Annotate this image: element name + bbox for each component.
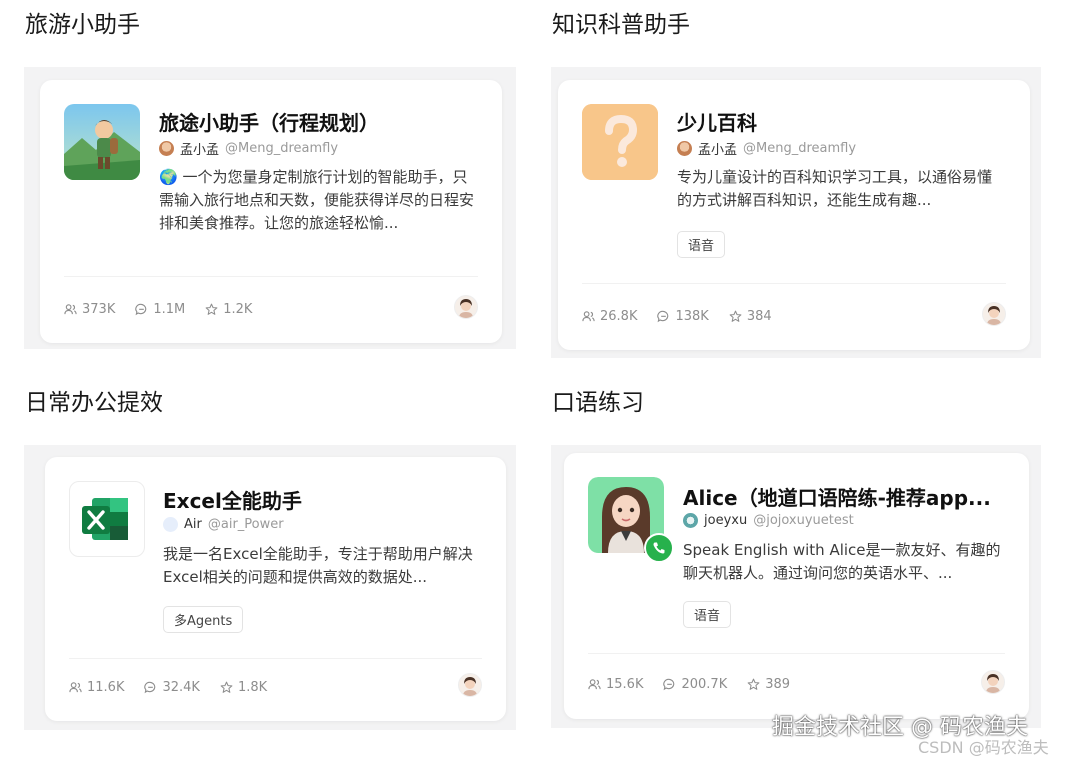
agent-author[interactable]: joeyxu @jojoxuyuetest — [683, 513, 854, 528]
stars-count: 1.2K — [223, 302, 253, 317]
agent-tag[interactable]: 语音 — [677, 231, 726, 258]
users-count: 26.8K — [600, 309, 638, 324]
chats-count: 1.1M — [153, 302, 186, 317]
author-name: 孟小孟 — [698, 143, 738, 158]
agent-description: 🌍 一个为您量身定制旅行计划的智能助手，只需输入旅行地点和天数，便能获得详尽的日… — [159, 168, 475, 232]
agent-stats: 15.6K 200.7K 389 — [588, 677, 790, 692]
stat-chats: 32.4K — [144, 680, 200, 695]
chat-bubble-icon — [663, 678, 675, 691]
section-panel-travel: 旅途小助手（行程规划） 孟小孟 @Meng_dreamfly 🌍 一个为您量身定… — [24, 67, 516, 349]
star-icon — [220, 681, 233, 693]
section-heading-knowledge: 知识科普助手 — [552, 12, 690, 38]
agent-description: Speak English with Alice是一款友好、有趣的聊天机器人。通… — [683, 541, 1001, 582]
agent-card-travel[interactable]: 旅途小助手（行程规划） 孟小孟 @Meng_dreamfly 🌍 一个为您量身定… — [40, 80, 502, 343]
agent-author[interactable]: 孟小孟 @Meng_dreamfly — [159, 139, 338, 158]
users-icon — [69, 682, 82, 693]
stat-chats: 1.1M — [135, 302, 185, 317]
agent-stats: 11.6K 32.4K 1.8K — [69, 680, 267, 695]
agent-avatar-kids — [582, 104, 658, 180]
agent-card-excel[interactable]: Excel全能助手 Air @air_Power 我是一名Excel全能助手，专… — [45, 457, 506, 721]
agent-description: 我是一名Excel全能助手，专注于帮助用户解决Excel相关的问题和提供高效的数… — [163, 545, 473, 586]
stat-stars: 389 — [747, 677, 790, 692]
chats-count: 138K — [675, 309, 709, 324]
section-heading-travel: 旅游小助手 — [25, 12, 140, 38]
agent-title[interactable]: 旅途小助手（行程规划） — [159, 107, 379, 136]
agent-title[interactable]: Excel全能助手 — [163, 485, 302, 514]
excel-logo-icon — [82, 498, 128, 540]
star-icon — [747, 678, 760, 690]
agent-avatar-alice — [588, 477, 674, 563]
stat-chats: 200.7K — [663, 677, 727, 692]
section-panel-office: Excel全能助手 Air @air_Power 我是一名Excel全能助手，专… — [24, 445, 516, 730]
card-divider — [582, 283, 1006, 284]
chat-bubble-icon — [144, 681, 156, 694]
author-avatar — [683, 513, 698, 528]
stat-users: 11.6K — [69, 680, 124, 695]
author-name: 孟小孟 — [180, 143, 220, 158]
stars-count: 384 — [746, 309, 772, 324]
stat-stars: 1.8K — [220, 680, 267, 695]
agent-description: 专为儿童设计的百科知识学习工具，以通俗易懂的方式讲解百科知识，还能生成有趣... — [677, 168, 993, 209]
agent-avatar-excel — [69, 481, 145, 557]
users-icon — [588, 679, 601, 690]
star-icon — [729, 310, 742, 322]
owner-avatar[interactable] — [982, 302, 1006, 326]
phone-icon — [644, 533, 674, 563]
stat-stars: 384 — [729, 309, 772, 324]
stat-users: 373K — [64, 302, 115, 317]
chats-count: 32.4K — [162, 680, 200, 695]
author-name: Air — [184, 517, 202, 532]
section-panel-speaking: Alice（地道口语陪练-推荐app... joeyxu @jojoxuyuet… — [551, 445, 1041, 728]
chat-bubble-icon — [657, 310, 669, 323]
author-avatar — [159, 141, 174, 156]
agent-stats: 26.8K 138K 384 — [582, 309, 772, 324]
section-heading-office: 日常办公提效 — [25, 390, 163, 416]
agent-tag[interactable]: 多Agents — [163, 606, 244, 633]
chat-bubble-icon — [135, 303, 147, 316]
owner-avatar[interactable] — [981, 670, 1005, 694]
agent-card-alice[interactable]: Alice（地道口语陪练-推荐app... joeyxu @jojoxuyuet… — [564, 453, 1029, 719]
star-icon — [205, 303, 218, 315]
card-divider — [69, 658, 482, 659]
owner-avatar[interactable] — [458, 673, 482, 697]
stat-stars: 1.2K — [205, 302, 252, 317]
card-divider — [64, 276, 478, 277]
stat-users: 15.6K — [588, 677, 643, 692]
agent-author[interactable]: 孟小孟 @Meng_dreamfly — [677, 139, 856, 158]
author-avatar — [677, 141, 692, 156]
agent-title[interactable]: 少儿百科 — [677, 107, 757, 136]
chats-count: 200.7K — [681, 677, 728, 692]
stars-count: 1.8K — [237, 680, 268, 695]
section-panel-knowledge: 少儿百科 孟小孟 @Meng_dreamfly 专为儿童设计的百科知识学习工具，… — [551, 67, 1041, 358]
author-avatar — [163, 517, 178, 532]
watermark-csdn: CSDN @码农渔夫 — [918, 738, 1049, 757]
agent-card-kids-encyclopedia[interactable]: 少儿百科 孟小孟 @Meng_dreamfly 专为儿童设计的百科知识学习工具，… — [558, 80, 1030, 350]
question-mark-icon — [582, 104, 658, 180]
agent-avatar-travel — [64, 104, 140, 180]
section-heading-speaking: 口语练习 — [552, 390, 644, 416]
owner-avatar[interactable] — [454, 295, 478, 319]
stat-users: 26.8K — [582, 309, 637, 324]
author-handle: @Meng_dreamfly — [225, 141, 339, 156]
users-count: 11.6K — [87, 680, 125, 695]
users-icon — [582, 311, 595, 322]
users-icon — [64, 304, 77, 315]
author-handle: @jojoxuyuetest — [753, 513, 854, 528]
author-name: joeyxu — [704, 513, 748, 528]
stars-count: 389 — [765, 677, 791, 692]
agent-title[interactable]: Alice（地道口语陪练-推荐app... — [683, 482, 991, 511]
author-handle: @air_Power — [207, 517, 284, 532]
agent-stats: 373K 1.1M 1.2K — [64, 302, 252, 317]
author-handle: @Meng_dreamfly — [743, 141, 857, 156]
agent-tag[interactable]: 语音 — [683, 601, 732, 628]
users-count: 15.6K — [606, 677, 644, 692]
agent-author[interactable]: Air @air_Power — [163, 517, 284, 532]
users-count: 373K — [82, 302, 116, 317]
stat-chats: 138K — [657, 309, 709, 324]
card-divider — [588, 653, 1005, 654]
